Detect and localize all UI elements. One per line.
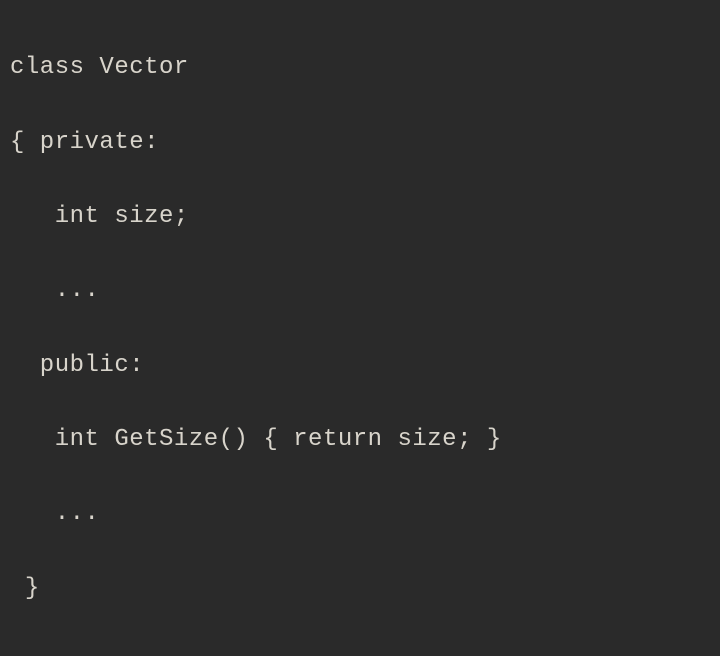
code-line: ... <box>10 495 710 532</box>
code-line: class Vector <box>10 49 710 86</box>
code-line: } <box>10 570 710 607</box>
code-line: int GetSize() { return size; } <box>10 421 710 458</box>
code-block: class Vector { private: int size; ... pu… <box>0 0 720 656</box>
code-line: public: <box>10 347 710 384</box>
code-line: ... <box>10 272 710 309</box>
code-line: int size; <box>10 198 710 235</box>
code-line: { private: <box>10 124 710 161</box>
